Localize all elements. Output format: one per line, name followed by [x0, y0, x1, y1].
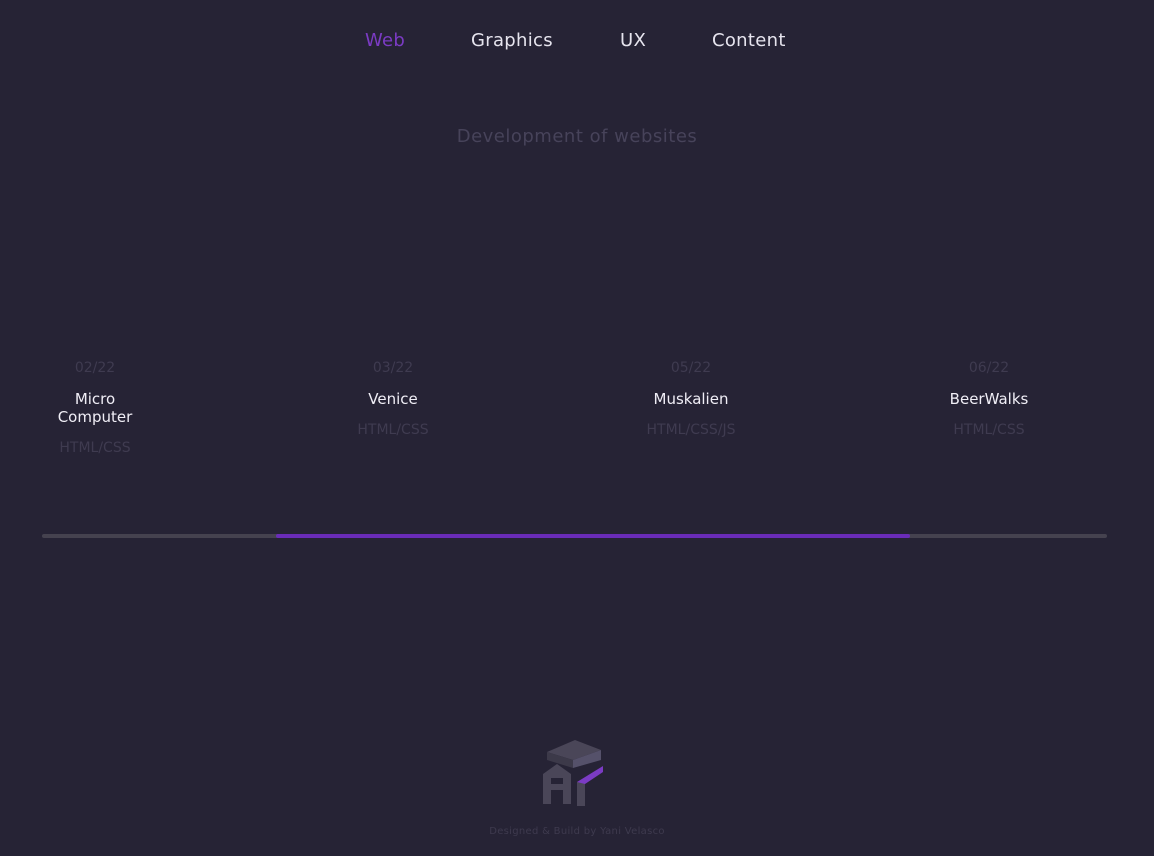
- project-card-venice[interactable]: 03/22 Venice HTML/CSS: [303, 360, 483, 438]
- project-name[interactable]: BeerWalks: [899, 390, 1079, 408]
- project-name[interactable]: Muskalien: [601, 390, 781, 408]
- project-tech: HTML/CSS: [59, 440, 131, 456]
- section-subtitle: Development of websites: [456, 126, 698, 147]
- scrollbar-thumb[interactable]: [276, 534, 910, 538]
- tab-web[interactable]: Web: [365, 30, 405, 51]
- project-tech: HTML/CSS/JS: [646, 422, 736, 438]
- tab-graphics[interactable]: Graphics: [471, 30, 553, 51]
- tab-ux[interactable]: UX: [620, 30, 646, 51]
- footer-credit: Designed & Build by Yani Velasco: [489, 826, 665, 837]
- project-card-micro-computer[interactable]: 02/22 Micro Computer HTML/CSS: [5, 360, 185, 456]
- project-date: 02/22: [74, 360, 116, 376]
- project-name[interactable]: Micro Computer: [5, 390, 185, 426]
- tab-content[interactable]: Content: [712, 30, 786, 51]
- project-tech: HTML/CSS: [357, 422, 429, 438]
- project-tech: HTML/CSS: [953, 422, 1025, 438]
- project-card-beerwalks[interactable]: 06/22 BeerWalks HTML/CSS: [899, 360, 1079, 438]
- project-date: 06/22: [968, 360, 1010, 376]
- logo-icon: [543, 740, 603, 806]
- project-card-muskalien[interactable]: 05/22 Muskalien HTML/CSS/JS: [601, 360, 781, 438]
- project-date: 05/22: [670, 360, 712, 376]
- horizontal-scrollbar[interactable]: [42, 534, 1107, 538]
- project-name[interactable]: Venice: [303, 390, 483, 408]
- project-date: 03/22: [372, 360, 414, 376]
